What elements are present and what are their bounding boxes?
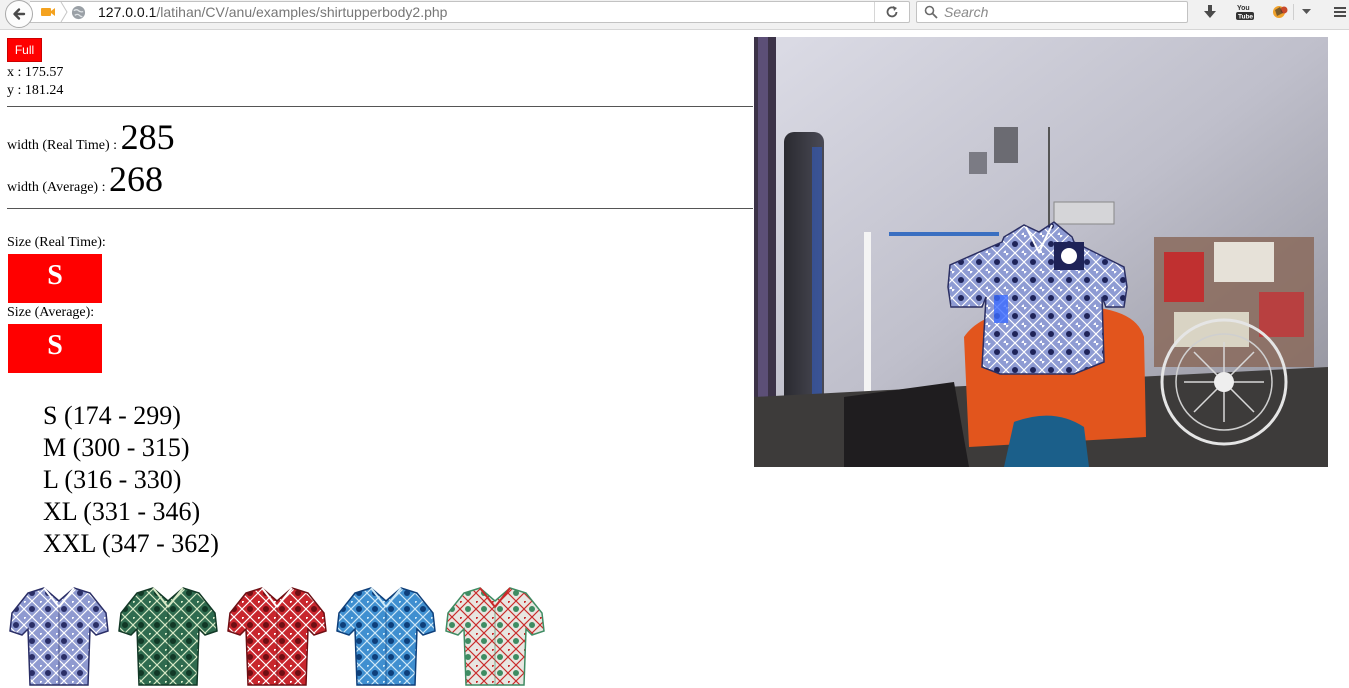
width-realtime-value: 285 [120, 117, 175, 157]
url-text[interactable]: 127.0.0.1/latihan/CV/anu/examples/shirtu… [98, 4, 447, 20]
width-average-label: width (Average) : [7, 180, 109, 195]
address-bar[interactable]: 127.0.0.1/latihan/CV/anu/examples/shirtu… [30, 1, 910, 23]
size-realtime-badge: S [8, 254, 102, 303]
dropdown-icon [1301, 9, 1311, 14]
search-placeholder: Search [944, 4, 989, 20]
search-bar[interactable]: Search [916, 1, 1188, 23]
svg-text:You: You [1237, 5, 1250, 12]
camera-icon[interactable] [40, 5, 56, 19]
youtube-button[interactable]: You Tube [1234, 2, 1256, 22]
full-button[interactable]: Full [7, 38, 42, 62]
menu-button[interactable] [1331, 2, 1349, 22]
url-path: /latihan/CV/anu/examples/shirtupperbody2… [156, 4, 448, 20]
webcam-feed [754, 37, 1328, 467]
browser-toolbar: 127.0.0.1/latihan/CV/anu/examples/shirtu… [0, 0, 1349, 30]
width-realtime-label: width (Real Time) : [7, 138, 121, 153]
size-realtime-label: Size (Real Time): [7, 235, 106, 250]
size-chart-item-xxl: XXL (347 - 362) [43, 529, 219, 558]
size-chart-item-s: S (174 - 299) [43, 401, 181, 430]
width-average-value: 268 [108, 159, 163, 199]
width-average-row: width (Average) : 268 [7, 158, 163, 200]
separator-chevron-icon [60, 2, 68, 22]
x-coordinate: x : 175.57 [7, 65, 64, 80]
width-realtime-row: width (Real Time) : 285 [7, 116, 175, 158]
extension-icon [1273, 6, 1288, 18]
svg-text:Tube: Tube [1238, 14, 1253, 21]
back-arrow-icon [13, 8, 26, 20]
downloads-button[interactable] [1199, 2, 1221, 22]
extension-dropdown-button[interactable] [1297, 2, 1315, 22]
url-host: 127.0.0.1 [98, 4, 157, 20]
extension-button[interactable] [1269, 2, 1291, 22]
power-strip [1053, 201, 1115, 225]
shirt-selector [8, 585, 548, 688]
reload-icon [886, 6, 898, 18]
divider-top [7, 106, 753, 107]
reload-button[interactable] [874, 2, 909, 22]
batik-blue-shirt-thumb[interactable] [8, 585, 110, 688]
batik-lightblue-shirt-thumb[interactable] [335, 585, 437, 688]
search-icon [924, 5, 938, 19]
youtube-icon: You Tube [1236, 5, 1254, 21]
menu-icon [1334, 7, 1346, 17]
size-chart-item-m: M (300 - 315) [43, 433, 190, 462]
size-average-label: Size (Average): [7, 305, 95, 320]
size-chart: S (174 - 299) M (300 - 315) L (316 - 330… [43, 400, 219, 560]
toolbar-separator [1293, 4, 1294, 20]
wall-socket [994, 127, 1018, 163]
batik-red-shirt-thumb[interactable] [226, 585, 328, 688]
back-button[interactable] [5, 0, 33, 28]
batik-white-floral-shirt-thumb[interactable] [444, 585, 546, 688]
batik-green-shirt-thumb[interactable] [117, 585, 219, 688]
y-coordinate: y : 181.24 [7, 83, 64, 98]
divider-bottom [7, 208, 753, 209]
download-icon [1204, 5, 1216, 18]
size-chart-item-l: L (316 - 330) [43, 465, 182, 494]
size-chart-item-xl: XL (331 - 346) [43, 497, 201, 526]
size-average-badge: S [8, 324, 102, 373]
globe-icon[interactable] [71, 5, 86, 20]
